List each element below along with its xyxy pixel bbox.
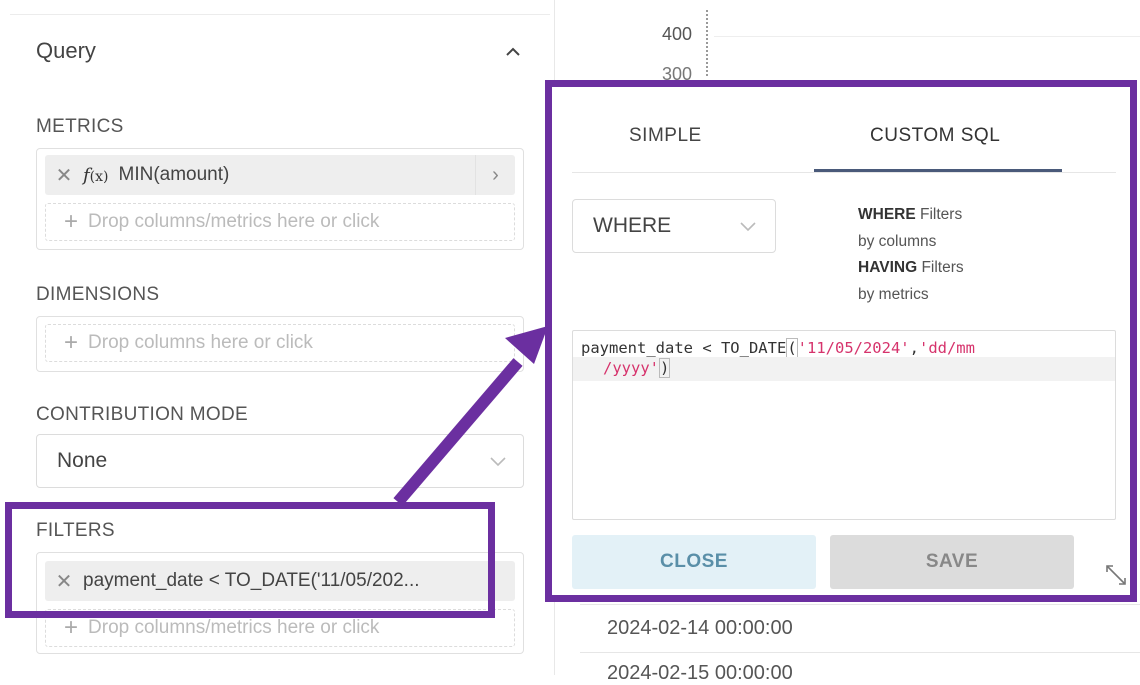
sql-editor[interactable]: payment_date < TO_DATE('11/05/2024','dd/… — [572, 330, 1116, 520]
clause-help-text: WHERE Filters by columns HAVING Filters … — [858, 206, 964, 303]
table-row: 2024-02-15 00:00:00 — [607, 662, 793, 684]
divider — [10, 14, 550, 15]
chevron-down-icon — [740, 222, 756, 232]
sql-line: payment_date < TO_DATE('11/05/2024','dd/… — [581, 338, 975, 358]
table-row-divider — [580, 604, 1140, 605]
metrics-drop-zone[interactable]: + Drop columns/metrics here or click — [45, 203, 515, 241]
table-row-divider — [580, 652, 1140, 653]
drop-hint: Drop columns here or click — [88, 332, 313, 353]
close-button[interactable]: CLOSE — [572, 535, 816, 589]
metrics-box: ✕ f(x) MIN(amount) › + Drop columns/metr… — [36, 148, 524, 250]
dimensions-label: DIMENSIONS — [36, 284, 160, 305]
filter-popover: SIMPLE CUSTOM SQL WHERE WHERE Filters by… — [545, 80, 1137, 602]
select-value: None — [57, 449, 108, 472]
clause-select[interactable]: WHERE — [572, 199, 776, 253]
remove-icon[interactable]: ✕ — [45, 163, 83, 188]
drop-hint: Drop columns/metrics here or click — [88, 617, 380, 638]
chevron-right-icon[interactable]: › — [475, 155, 515, 195]
popover-tabs: SIMPLE CUSTOM SQL — [572, 87, 1116, 173]
grid-line — [714, 36, 1140, 37]
chevron-down-icon — [490, 457, 506, 467]
metric-item[interactable]: ✕ f(x) MIN(amount) › — [45, 155, 515, 195]
sql-active-line: /yyyy') — [573, 357, 1115, 381]
contribution-mode-label: CONTRIBUTION MODE — [36, 404, 248, 425]
save-button[interactable]: SAVE — [830, 535, 1074, 589]
plus-icon: + — [64, 614, 79, 641]
plus-icon: + — [64, 208, 79, 235]
annotation-highlight-box — [5, 502, 495, 618]
y-axis-tick: 400 — [662, 24, 693, 44]
table-row: 2024-02-14 00:00:00 — [607, 617, 793, 639]
tab-simple[interactable]: SIMPLE — [629, 125, 702, 147]
dimensions-drop-zone[interactable]: + Drop columns here or click — [45, 324, 515, 362]
select-value: WHERE — [593, 214, 672, 237]
function-icon: f(x) — [83, 164, 109, 186]
tab-custom-sql[interactable]: CUSTOM SQL — [870, 125, 1000, 147]
chevron-up-icon[interactable] — [505, 44, 521, 60]
active-tab-indicator — [814, 169, 1062, 172]
drop-hint: Drop columns/metrics here or click — [88, 211, 380, 232]
contribution-mode-select[interactable]: None — [36, 434, 524, 488]
y-axis-line — [706, 10, 712, 76]
panel-title: Query — [36, 38, 96, 63]
plus-icon: + — [64, 329, 79, 356]
resize-icon[interactable] — [1104, 563, 1128, 587]
metric-label: MIN(amount) — [118, 164, 230, 185]
metrics-label: METRICS — [36, 116, 124, 137]
dimensions-box: + Drop columns here or click — [36, 316, 524, 372]
